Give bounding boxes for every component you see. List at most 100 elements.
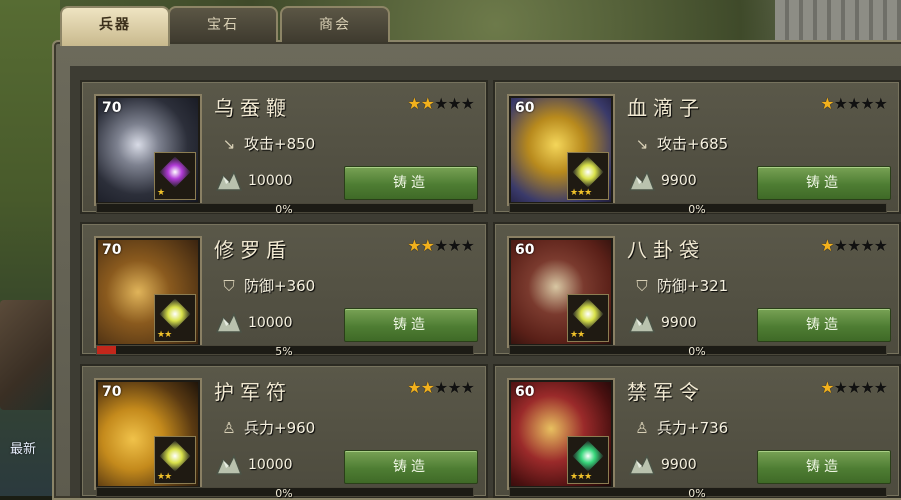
- weapon-card: 70 ★★ 护军符 ★★★★★ ♙ 兵力+960 10000 铸造 0%: [80, 364, 488, 500]
- forge-button[interactable]: 铸造: [757, 166, 891, 200]
- star-empty-icon: ★: [833, 378, 848, 397]
- ore-icon: [215, 312, 243, 333]
- weapon-name: 乌蚕鞭: [214, 96, 292, 120]
- news-label[interactable]: 最新: [10, 438, 36, 457]
- soldier-icon: ♙: [222, 419, 236, 437]
- gem-crystal-icon: [159, 440, 191, 472]
- soldier-icon: ♙: [635, 419, 649, 437]
- progress-label: 0%: [688, 203, 706, 216]
- star-empty-icon: ★: [860, 236, 874, 255]
- weapon-thumbnail[interactable]: 60 ★★★: [509, 380, 613, 488]
- weapon-level: 70: [102, 100, 122, 116]
- star-rating: ★★★★★: [820, 378, 888, 397]
- forge-cost: 10000: [248, 457, 293, 473]
- weapon-thumbnail[interactable]: 60 ★★★: [509, 96, 613, 204]
- gem-slot[interactable]: ★★★: [567, 152, 609, 200]
- forge-cost: 9900: [661, 173, 697, 189]
- star-empty-icon: ★: [833, 94, 848, 113]
- sword-icon: ↘: [635, 135, 649, 153]
- weapon-name: 修罗盾: [214, 238, 292, 262]
- star-filled-icon: ★: [407, 94, 421, 113]
- gem-crystal-icon: [159, 156, 191, 188]
- gem-slot[interactable]: ★★★: [567, 436, 609, 484]
- forge-button[interactable]: 铸造: [757, 308, 891, 342]
- gem-stars: ★★★: [570, 472, 592, 482]
- star-empty-icon: ★: [833, 236, 848, 255]
- sword-icon: ↘: [222, 135, 236, 153]
- weapon-name: 八卦袋: [627, 238, 705, 262]
- ore-icon: [215, 454, 243, 475]
- star-empty-icon: ★: [433, 94, 448, 113]
- weapon-stat: 防御+321: [657, 277, 729, 295]
- forge-button[interactable]: 铸造: [344, 308, 478, 342]
- star-filled-icon: ★: [420, 236, 435, 255]
- star-filled-icon: ★: [820, 94, 834, 113]
- star-empty-icon: ★: [873, 236, 888, 255]
- weapon-thumbnail[interactable]: 60 ★★: [509, 238, 613, 346]
- gem-stars: ★★: [157, 472, 172, 482]
- gem-stars: ★★: [157, 330, 172, 340]
- weapon-name: 护军符: [214, 380, 292, 404]
- shield-icon: ⛉: [223, 277, 235, 295]
- star-empty-icon: ★: [860, 94, 874, 113]
- star-rating: ★★★★★: [820, 94, 888, 113]
- star-empty-icon: ★: [860, 378, 874, 397]
- tab-weapons[interactable]: 兵器: [60, 6, 170, 46]
- map-building: [0, 300, 55, 410]
- weapon-name: 禁军令: [627, 380, 705, 404]
- weapon-level: 70: [102, 384, 122, 400]
- star-rating: ★★★★★: [407, 378, 475, 397]
- ore-icon: [628, 312, 656, 333]
- tab-gems[interactable]: 宝石: [168, 6, 278, 42]
- gem-crystal-icon: [572, 156, 604, 188]
- weapon-card: 70 ★ 乌蚕鞭 ★★★★★ ↘ 攻击+850 10000 铸造 0%: [80, 80, 488, 216]
- gem-slot[interactable]: ★★: [567, 294, 609, 342]
- weapon-stat: 攻击+685: [657, 135, 729, 153]
- weapon-card: 60 ★★★ 禁军令 ★★★★★ ♙ 兵力+736 9900 铸造 0%: [493, 364, 901, 500]
- gem-crystal-icon: [572, 440, 604, 472]
- shield-icon: ⛉: [636, 277, 648, 295]
- star-filled-icon: ★: [420, 94, 435, 113]
- star-empty-icon: ★: [873, 378, 888, 397]
- star-filled-icon: ★: [420, 378, 435, 397]
- weapon-stat: 兵力+960: [244, 419, 316, 437]
- weapon-thumbnail[interactable]: 70 ★★: [96, 380, 200, 488]
- weapon-thumbnail[interactable]: 70 ★: [96, 96, 200, 204]
- star-rating: ★★★★★: [407, 94, 475, 113]
- weapon-stat: 攻击+850: [244, 135, 316, 153]
- ore-icon: [215, 170, 243, 191]
- star-filled-icon: ★: [820, 378, 834, 397]
- forge-button[interactable]: 铸造: [344, 166, 478, 200]
- forge-cost: 10000: [248, 315, 293, 331]
- star-filled-icon: ★: [820, 236, 834, 255]
- star-rating: ★★★★★: [407, 236, 475, 255]
- weapon-level: 60: [515, 242, 535, 258]
- star-empty-icon: ★: [433, 378, 448, 397]
- progress-label: 0%: [275, 203, 293, 216]
- gem-stars: ★: [157, 188, 165, 198]
- weapon-stat: 防御+360: [244, 277, 316, 295]
- weapon-thumbnail[interactable]: 70 ★★: [96, 238, 200, 346]
- star-empty-icon: ★: [460, 94, 475, 113]
- star-filled-icon: ★: [407, 378, 421, 397]
- forge-button[interactable]: 铸造: [757, 450, 891, 484]
- weapon-level: 60: [515, 100, 535, 116]
- weapon-card: 60 ★★★ 血滴子 ★★★★★ ↘ 攻击+685 9900 铸造 0%: [493, 80, 901, 216]
- star-empty-icon: ★: [846, 236, 861, 255]
- progress-label: 0%: [275, 487, 293, 500]
- gem-stars: ★★: [570, 330, 585, 340]
- star-empty-icon: ★: [460, 378, 475, 397]
- star-rating: ★★★★★: [820, 236, 888, 255]
- ore-icon: [628, 454, 656, 475]
- star-empty-icon: ★: [447, 378, 461, 397]
- forge-cost: 10000: [248, 173, 293, 189]
- gem-slot[interactable]: ★★: [154, 436, 196, 484]
- progress-label: 5%: [275, 345, 293, 358]
- gem-stars: ★★★: [570, 188, 592, 198]
- gem-slot[interactable]: ★: [154, 152, 196, 200]
- tab-guild[interactable]: 商会: [280, 6, 390, 42]
- gem-slot[interactable]: ★★: [154, 294, 196, 342]
- forge-cost: 9900: [661, 315, 697, 331]
- forge-button[interactable]: 铸造: [344, 450, 478, 484]
- weapon-stat: 兵力+736: [657, 419, 729, 437]
